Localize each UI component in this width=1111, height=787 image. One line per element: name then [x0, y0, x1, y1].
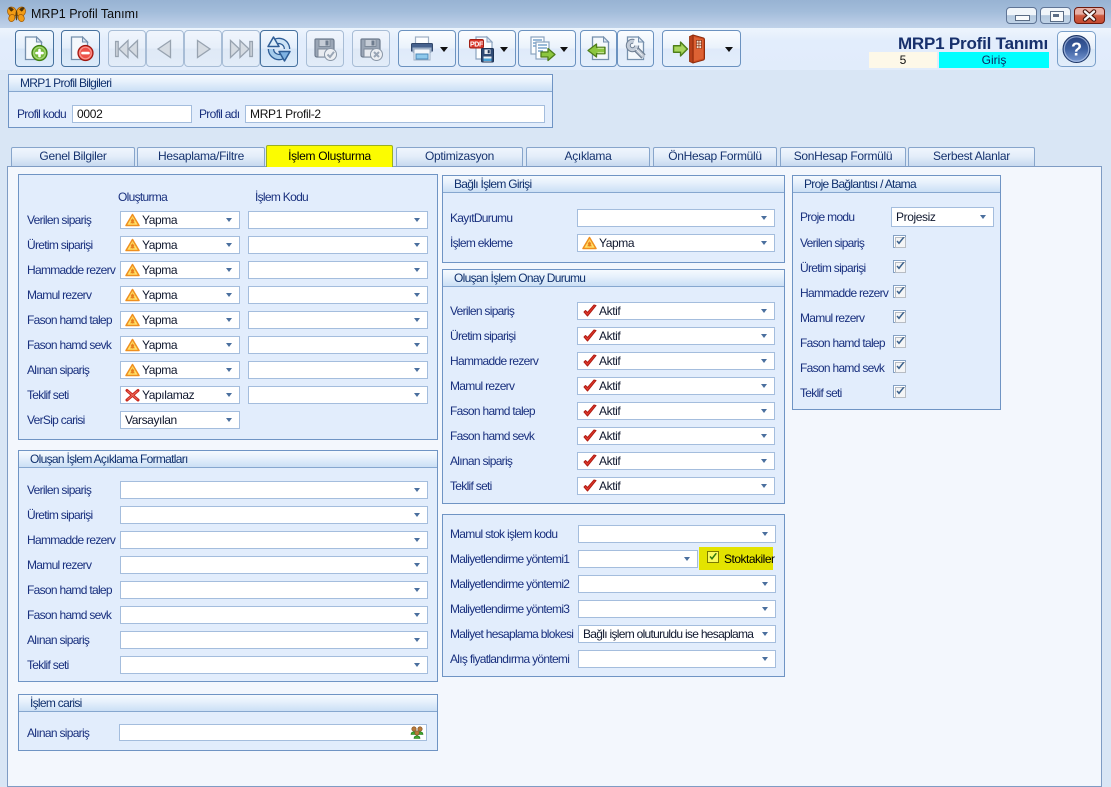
svg-text:?: ? [1071, 40, 1082, 60]
svg-text:PDF: PDF [470, 41, 484, 48]
